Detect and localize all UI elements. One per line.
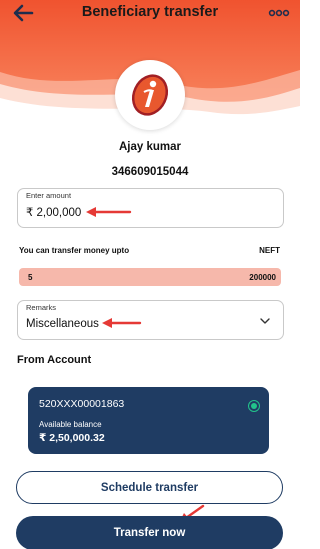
schedule-transfer-label: Schedule transfer — [100, 481, 199, 494]
transfer-mode: NEFT — [259, 246, 280, 255]
top-bar: Beneficiary transfer — [0, 0, 300, 26]
from-account-heading: From Account — [17, 354, 92, 366]
available-balance-label: Available balance — [39, 420, 102, 429]
chevron-down-icon — [260, 318, 270, 324]
amount-range-bar: 5 200000 — [19, 268, 281, 286]
bank-logo — [115, 60, 185, 130]
schedule-transfer-button[interactable]: Schedule transfer — [16, 471, 283, 504]
beneficiary-account-number: 346609015044 — [111, 166, 189, 178]
page-title: Beneficiary transfer — [81, 4, 219, 20]
available-balance-value: ₹ 2,50,000.32 — [39, 432, 105, 444]
more-options-button[interactable] — [268, 6, 290, 20]
remarks-dropdown[interactable]: Remarks Miscellaneous — [17, 300, 284, 340]
more-dots-icon — [268, 9, 290, 17]
transfer-now-button[interactable]: Transfer now — [16, 516, 283, 549]
transfer-limit-text: You can transfer money upto — [19, 246, 130, 255]
amount-field[interactable]: Enter amount ₹ 2,00,000 — [17, 188, 284, 228]
bank-logo-icon — [131, 74, 169, 116]
amount-input-value[interactable]: ₹ 2,00,000 — [26, 205, 81, 219]
range-min: 5 — [28, 273, 33, 282]
remarks-selected-value: Miscellaneous — [26, 318, 99, 330]
transfer-limit-row: You can transfer money upto NEFT — [19, 246, 280, 258]
annotation-arrow-icon — [102, 318, 142, 328]
from-account-card[interactable]: 520XXX00001863 Available balance ₹ 2,50,… — [28, 387, 269, 454]
range-max: 200000 — [249, 273, 276, 282]
amount-label: Enter amount — [26, 191, 72, 200]
from-account-number: 520XXX00001863 — [39, 398, 125, 410]
transfer-now-label: Transfer now — [113, 527, 186, 539]
remarks-label: Remarks — [26, 303, 57, 312]
annotation-arrow-icon — [86, 207, 132, 217]
account-selected-radio[interactable] — [248, 400, 260, 412]
beneficiary-name: Ajay kumar — [118, 141, 181, 153]
